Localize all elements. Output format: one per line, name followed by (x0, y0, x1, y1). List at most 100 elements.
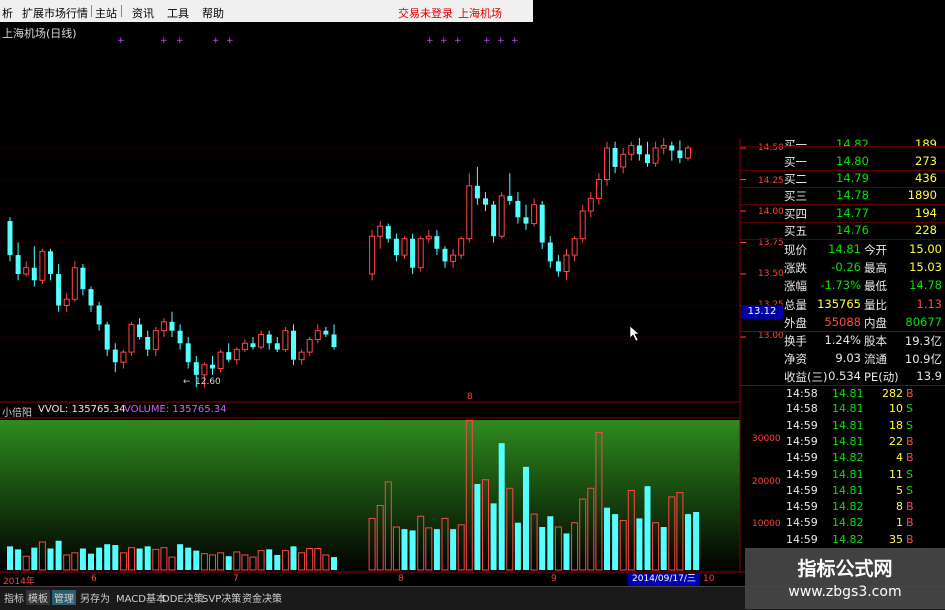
trade-volume: 8 (896, 500, 903, 514)
candle-body (177, 330, 183, 344)
stat-value: -0.26 (831, 260, 861, 275)
candle-body (128, 323, 135, 353)
tab-indicator[interactable]: 指标 (2, 590, 26, 605)
volume-bar (274, 554, 281, 570)
trade-time: 14:59 (786, 434, 818, 448)
tab-dde[interactable]: DDE决策 (160, 590, 206, 605)
candle-body (645, 154, 650, 164)
tab-svp[interactable]: SVP决策 (200, 590, 243, 605)
trade-volume: 282 (882, 387, 903, 400)
volume-bar (266, 549, 273, 570)
date-label: 10 (703, 574, 715, 584)
stat-row: 总量 135765 量比 1.13 (740, 296, 945, 313)
watermark-url: www.zbgs3.com (788, 584, 902, 600)
indicator-name[interactable]: 小倍阳 (2, 404, 32, 419)
stat-label: 股本 (864, 334, 887, 348)
candle-body (185, 343, 191, 363)
candle-body (88, 289, 94, 306)
volume-bar (185, 547, 192, 570)
vvol-value: VVOL: 135765.34 (38, 404, 126, 415)
volume-bar (644, 486, 651, 570)
stat-value: 15.03 (909, 260, 942, 275)
candle-body (56, 274, 62, 306)
trade-row[interactable]: 14:59 14.81 18 S (740, 418, 945, 434)
volume-bar (685, 514, 691, 570)
volume-bar (401, 529, 408, 570)
trade-row[interactable]: 14:59 14.81 11 S (740, 467, 945, 483)
trade-row[interactable]: 14:59 14.81 22 B (740, 434, 945, 450)
bid-row[interactable]: 买四 14.77 194 (740, 205, 945, 223)
candle-body (291, 330, 296, 360)
candle-body (450, 254, 457, 262)
candle-body (442, 248, 448, 262)
date-label: 9 (551, 574, 557, 584)
volume-bar (450, 529, 457, 570)
stat-label: 最低 (864, 279, 887, 294)
candle-body (458, 238, 465, 256)
tab-save-as[interactable]: 另存为 (78, 590, 112, 605)
stat-value: 13.9 (916, 369, 942, 384)
trade-price: 14.81 (832, 483, 864, 497)
trade-time: 14:59 (786, 418, 818, 432)
candle-body (523, 217, 529, 224)
volume-bar (177, 544, 184, 570)
candle-body (193, 362, 199, 375)
candle-body (579, 210, 586, 240)
volume-bar (539, 527, 546, 570)
trade-row[interactable]: 14:58 14.81 10 S (740, 401, 945, 417)
trade-direction: S (906, 402, 913, 416)
trade-row[interactable]: 14:59 14.82 4 B (740, 450, 945, 466)
watermark-title: 指标公式网 (797, 558, 893, 580)
candle-body (507, 195, 513, 201)
stat-row: 收益(三) 0.534 PE(动) 13.9 (740, 368, 945, 385)
date-marker: 8 (467, 392, 473, 402)
trade-direction: B (906, 532, 914, 546)
trade-row[interactable]: 14:59 14.81 5 S (740, 483, 945, 499)
trade-row[interactable]: 14:59 14.82 35 B (740, 532, 945, 548)
trade-volume: 4 (896, 451, 903, 465)
stat-row: 涨幅 -1.73% 最低 14.78 (740, 277, 945, 294)
candle-body (425, 235, 432, 240)
tab-manage[interactable]: 管理 (52, 590, 76, 605)
bid-row[interactable]: 买三 14.78 1890 (740, 187, 945, 206)
candle-body (466, 185, 473, 240)
stat-value: 9.03 (835, 351, 861, 366)
candle-body (7, 221, 13, 256)
candle-body (515, 200, 521, 218)
candle-body (587, 197, 594, 212)
trade-price: 14.82 (832, 500, 864, 514)
candle-body (498, 195, 505, 237)
bid-price: 14.76 (836, 222, 869, 237)
volume-bar (15, 549, 22, 570)
bid-row[interactable]: 买五 14.76 228 (740, 222, 945, 240)
volume-bar (331, 557, 337, 570)
trade-time: 14:58 (786, 402, 818, 416)
tab-capital[interactable]: 资金决策 (240, 590, 284, 605)
bid-price: 14.78 (836, 188, 869, 203)
bid-price: 14.77 (836, 205, 869, 220)
watermark: 指标公式网 www.zbgs3.com (745, 548, 945, 609)
candle-body (323, 330, 329, 335)
candle-body (226, 352, 232, 360)
tab-template[interactable]: 模板 (26, 590, 50, 605)
min-price-label: 12.60 (195, 377, 221, 387)
bid-volume: 189 (915, 137, 937, 147)
bid-row[interactable]: 买一 14.80 273 (740, 153, 945, 171)
candle-body (15, 255, 21, 274)
bid-row[interactable]: 买一 14.82 189 (740, 136, 945, 147)
candle-body (539, 204, 545, 243)
candle-body (96, 305, 102, 325)
volume-background (0, 420, 740, 572)
stat-label: 换手 (784, 334, 807, 348)
trade-row[interactable]: 14:59 14.82 1 B (740, 515, 945, 531)
candle-body (660, 144, 667, 149)
candle-body (401, 238, 408, 256)
stat-label: 净资 (784, 352, 807, 367)
trade-price: 14.81 (832, 402, 864, 416)
trade-volume: 11 (889, 467, 903, 481)
bid-row[interactable]: 买二 14.79 436 (740, 170, 945, 189)
trade-row[interactable]: 14:59 14.82 8 B (740, 499, 945, 515)
trade-row[interactable]: 14:58 14.81 282 B (740, 385, 945, 402)
candle-body (385, 226, 391, 239)
stat-label: 外盘 (784, 315, 807, 330)
